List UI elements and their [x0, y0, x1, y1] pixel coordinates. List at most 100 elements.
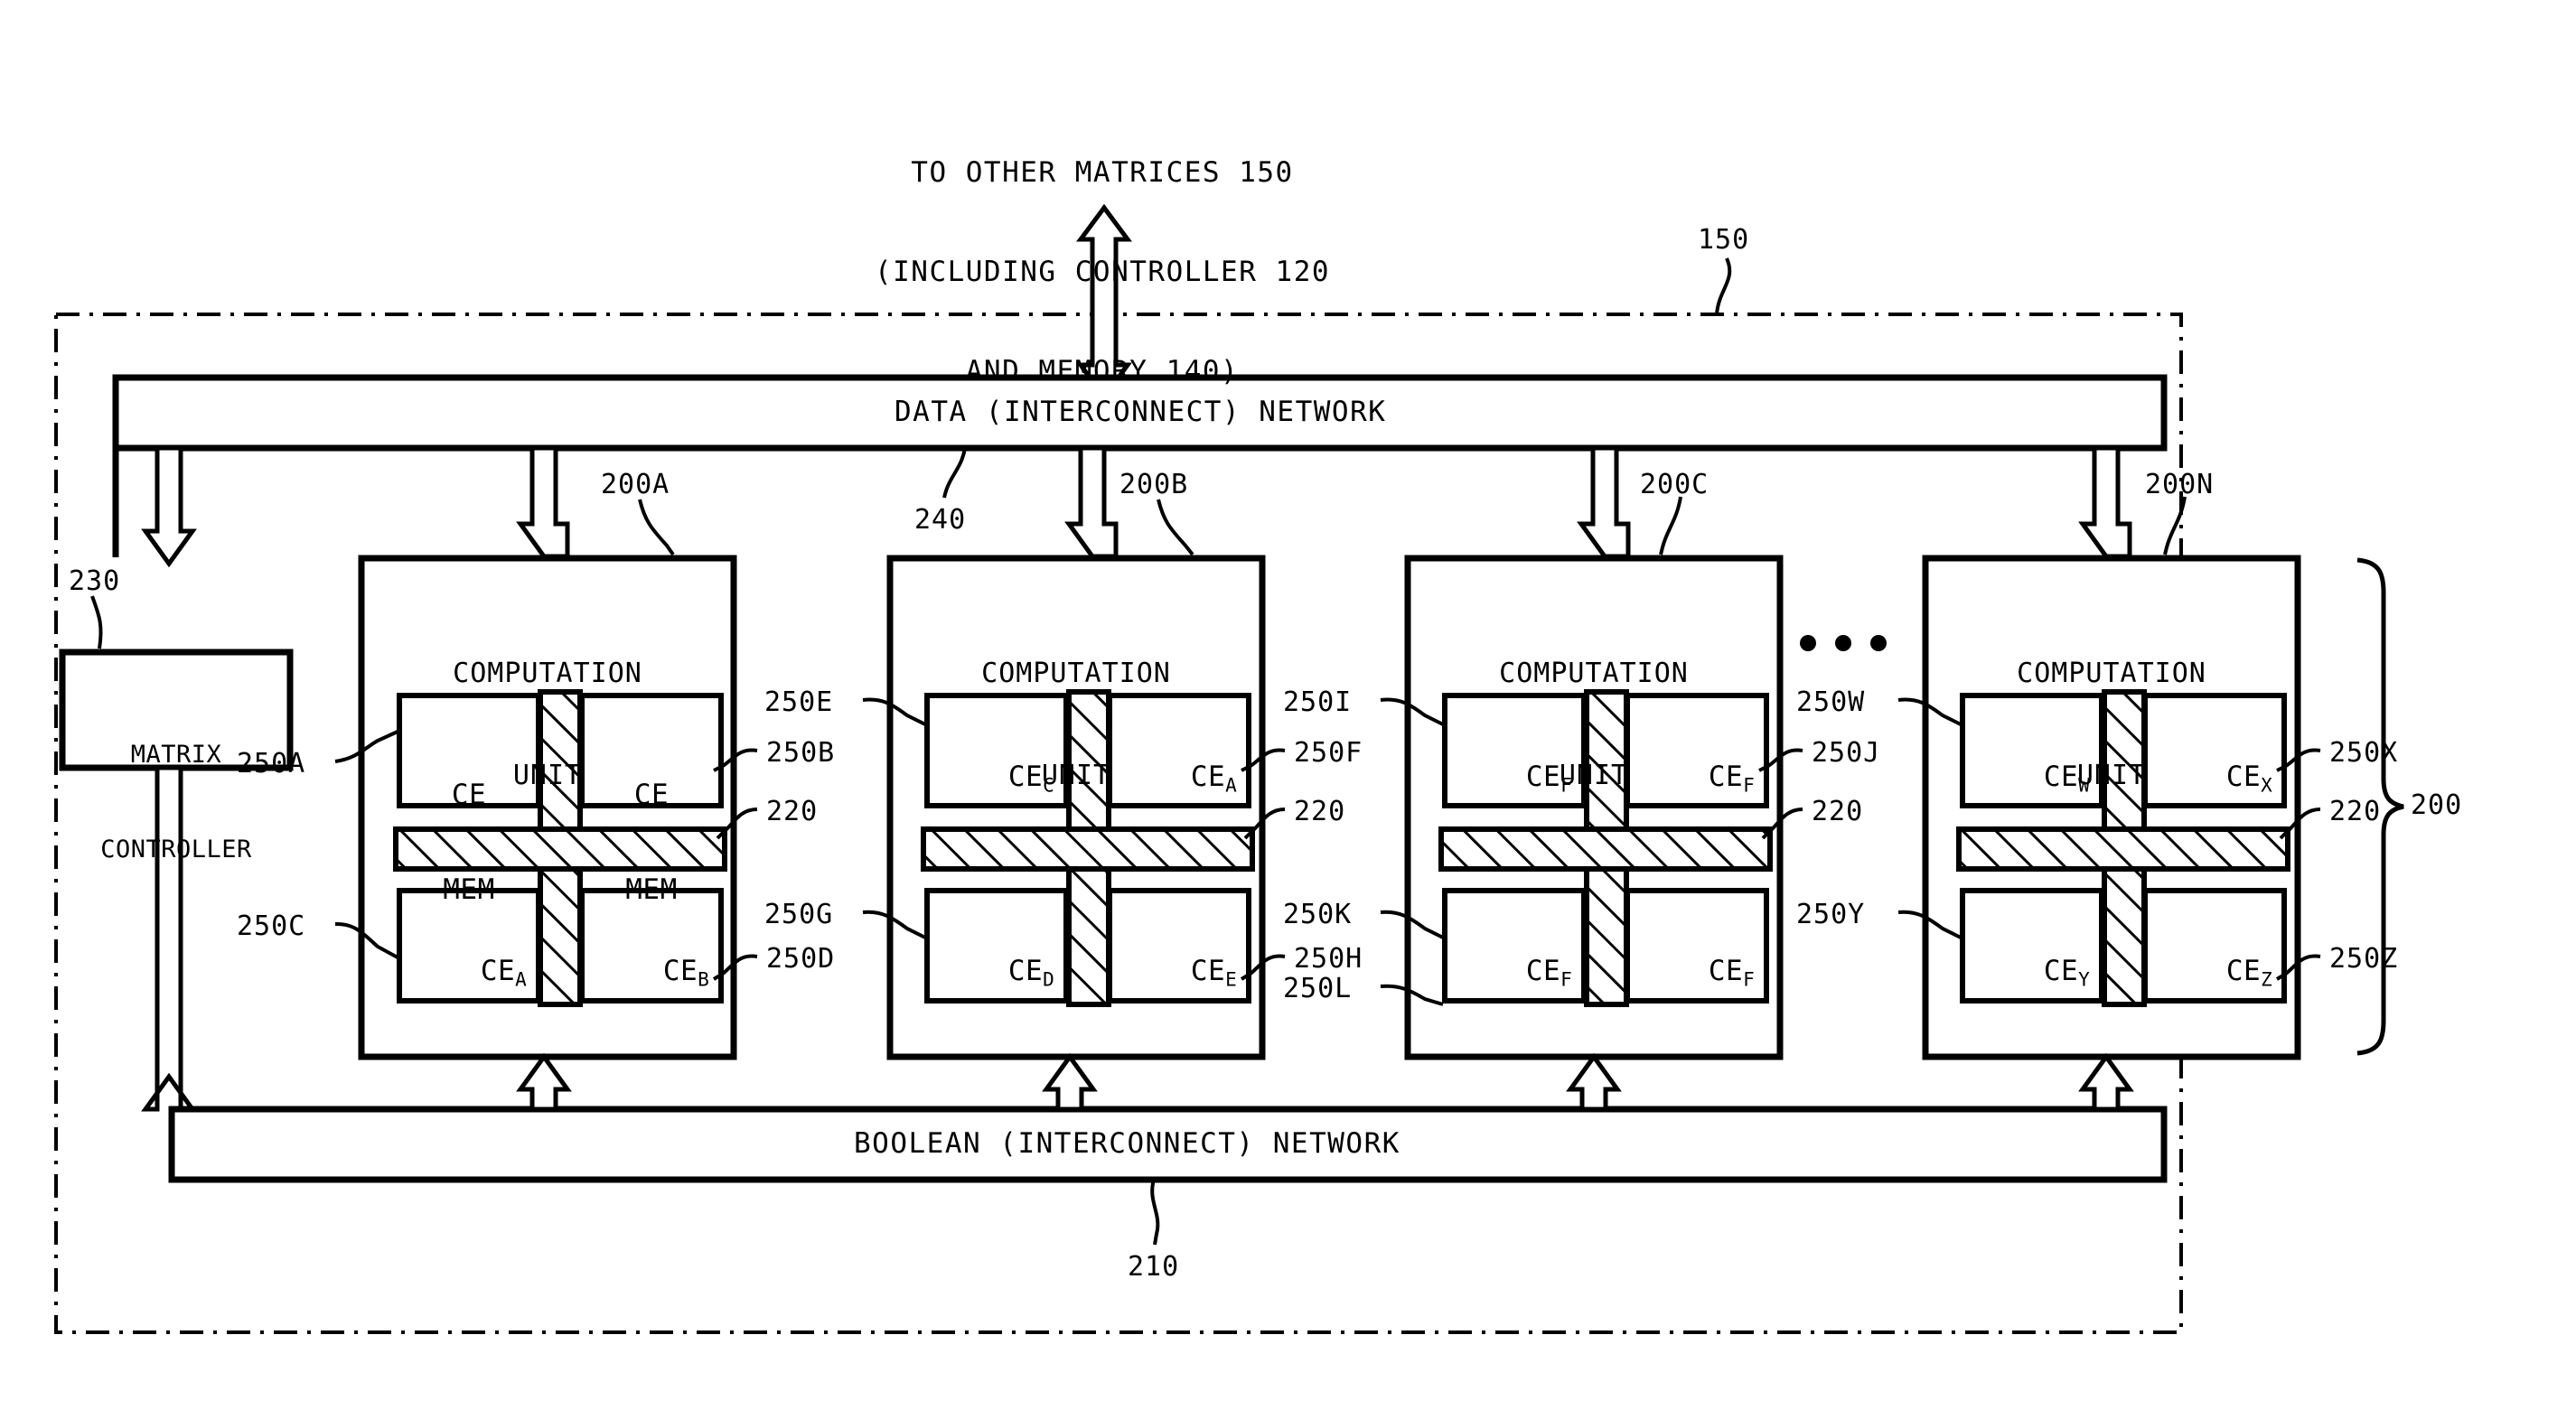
- unit-c-cell-tr-sub: F: [1743, 774, 1755, 797]
- ref-200b: 200B: [1119, 469, 1189, 500]
- unit-c-cell-bl-label: CEF: [1445, 924, 1584, 1022]
- unit-n-cell-bl-label: CEY: [1962, 924, 2102, 1022]
- unit-c-cell-tr-label: CEF: [1627, 730, 1766, 827]
- ref-250z: 250Z: [2329, 943, 2399, 975]
- unit-c-cell-tl-sub: F: [1560, 774, 1572, 797]
- leader-200a: [638, 499, 675, 556]
- ref-250d: 250D: [766, 943, 836, 975]
- unit-b-title-line-1: COMPUTATION: [981, 658, 1171, 689]
- unit-c-cell-br-sub: F: [1743, 968, 1755, 991]
- unit-b-cell-tr-sub: A: [1225, 774, 1237, 797]
- header-note-line-3: AND MEMORY 140): [965, 354, 1240, 387]
- ref-250c: 250C: [237, 910, 306, 942]
- leader-200b: [1157, 499, 1194, 556]
- ref-220-n: 220: [2329, 796, 2382, 827]
- ref-200c: 200C: [1640, 469, 1710, 500]
- unit-b-cell-bl-prefix: CE: [1007, 954, 1044, 987]
- arrow-boolean-to-unit-b: [1042, 1052, 1098, 1112]
- boolean-network-label: BOOLEAN (INTERCONNECT) NETWORK: [854, 1127, 1400, 1160]
- ref-220-a: 220: [766, 796, 819, 827]
- leader-230: [90, 595, 103, 649]
- unit-c-title-line-1: COMPUTATION: [1499, 658, 1689, 689]
- unit-c-cell-br-prefix: CE: [1708, 954, 1744, 987]
- unit-b-cell-bl-label: CED: [927, 924, 1066, 1022]
- ref-250l: 250L: [1283, 973, 1353, 1004]
- unit-a-title-line-1: COMPUTATION: [453, 658, 642, 689]
- arrow-data-to-unit-c: [1577, 445, 1631, 559]
- ref-250a: 250A: [237, 748, 306, 780]
- unit-n-cell-br-sub: Z: [2261, 968, 2272, 991]
- ref-250w: 250W: [1796, 686, 1866, 718]
- unit-n-title-line-1: COMPUTATION: [2017, 658, 2206, 689]
- ellipsis-dot-2: [1835, 635, 1851, 651]
- unit-n-cell-tl-sub: W: [2078, 774, 2090, 797]
- ref-200n: 200N: [2145, 469, 2215, 500]
- unit-n-cell-br-label: CEZ: [2145, 924, 2284, 1022]
- unit-n-cell-bl-sub: Y: [2078, 968, 2090, 991]
- unit-a-cell-tr-line-1: CE: [633, 779, 670, 812]
- ellipsis-dot-1: [1800, 635, 1816, 651]
- unit-c-cell-br-label: CEF: [1627, 924, 1766, 1022]
- unit-a-cell-br-prefix: CE: [662, 954, 698, 987]
- ref-250b: 250B: [766, 737, 836, 769]
- ellipsis-dot-3: [1870, 635, 1887, 651]
- unit-a-cell-tl-line-2: MEM: [443, 873, 495, 906]
- leader-210: [1150, 1179, 1160, 1246]
- unit-a-cell-br-label: CEB: [582, 924, 721, 1022]
- unit-c-cell-tl-label: CEF: [1445, 730, 1584, 827]
- unit-a-cell-tl-line-1: CE: [451, 779, 487, 812]
- ref-240: 240: [914, 504, 967, 536]
- unit-a-cell-bl-sub: A: [515, 968, 527, 991]
- unit-n-cell-tr-label: CEX: [2145, 730, 2284, 827]
- arrow-data-to-unit-n: [2078, 445, 2132, 559]
- ref-250h: 250H: [1294, 943, 1363, 975]
- leader-150: [1715, 257, 1732, 315]
- unit-b-cell-tl-sub: C: [1043, 774, 1054, 797]
- ref-250f: 250F: [1294, 737, 1363, 769]
- arrow-boolean-to-unit-c: [1566, 1052, 1622, 1112]
- unit-n-cell-tl-label: CEW: [1962, 730, 2102, 827]
- ref-220-b: 220: [1294, 796, 1346, 827]
- ref-250g: 250G: [764, 899, 834, 930]
- unit-b-cell-br-label: CEE: [1110, 924, 1249, 1022]
- ref-150: 150: [1698, 224, 1750, 256]
- unit-n-cell-tr-sub: X: [2261, 774, 2272, 797]
- ref-250i: 250I: [1283, 686, 1353, 718]
- unit-b-cell-tr-prefix: CE: [1190, 760, 1226, 793]
- unit-b-cell-br-prefix: CE: [1190, 954, 1226, 987]
- unit-c-cell-tl-prefix: CE: [1525, 760, 1561, 793]
- matrix-controller-label: MATRIX CONTROLLER: [62, 676, 290, 929]
- data-network-label: DATA (INTERCONNECT) NETWORK: [895, 396, 1387, 428]
- unit-n-cell-tl-prefix: CE: [2043, 760, 2079, 793]
- unit-c-cell-bl-sub: F: [1560, 968, 1572, 991]
- unit-c-cell-tr-prefix: CE: [1708, 760, 1744, 793]
- ref-200a: 200A: [601, 469, 670, 500]
- unit-a-cell-bl-prefix: CE: [480, 954, 516, 987]
- unit-b-cell-br-sub: E: [1225, 968, 1237, 991]
- ref-250e: 250E: [764, 686, 834, 718]
- unit-b-cell-bl-sub: D: [1043, 968, 1054, 991]
- arrow-data-to-unit-b: [1064, 445, 1119, 559]
- matrix-controller-line-2: CONTROLLER: [100, 836, 252, 864]
- header-note-line-2: (INCLUDING CONTROLLER 120: [874, 255, 1331, 288]
- patent-figure: TO OTHER MATRICES 150 (INCLUDING CONTROL…: [0, 0, 2576, 1419]
- ref-220-c: 220: [1812, 796, 1864, 827]
- unit-a-cell-bl-label: CEA: [399, 924, 539, 1022]
- unit-n-cell-br-prefix: CE: [2225, 954, 2262, 987]
- ref-250x: 250X: [2329, 737, 2399, 769]
- ref-250y: 250Y: [1796, 899, 1866, 930]
- unit-a-cell-br-sub: B: [698, 968, 709, 991]
- ref-200-group: 200: [2411, 789, 2463, 821]
- unit-b-cell-tl-label: CEC: [927, 730, 1066, 827]
- unit-n-cell-bl-prefix: CE: [2043, 954, 2079, 987]
- arrow-boolean-to-unit-n: [2078, 1052, 2134, 1112]
- ref-210: 210: [1128, 1251, 1180, 1283]
- arrow-data-to-controller: [141, 445, 197, 568]
- unit-b-cell-tr-label: CEA: [1110, 730, 1249, 827]
- unit-n-cell-tr-prefix: CE: [2225, 760, 2262, 793]
- ref-250k: 250K: [1283, 899, 1353, 930]
- arrow-boolean-to-unit-a: [516, 1052, 572, 1112]
- unit-a-cell-tr-line-2: MEM: [625, 873, 678, 906]
- ref-230: 230: [69, 565, 121, 597]
- header-note-line-1: TO OTHER MATRICES 150: [911, 156, 1294, 190]
